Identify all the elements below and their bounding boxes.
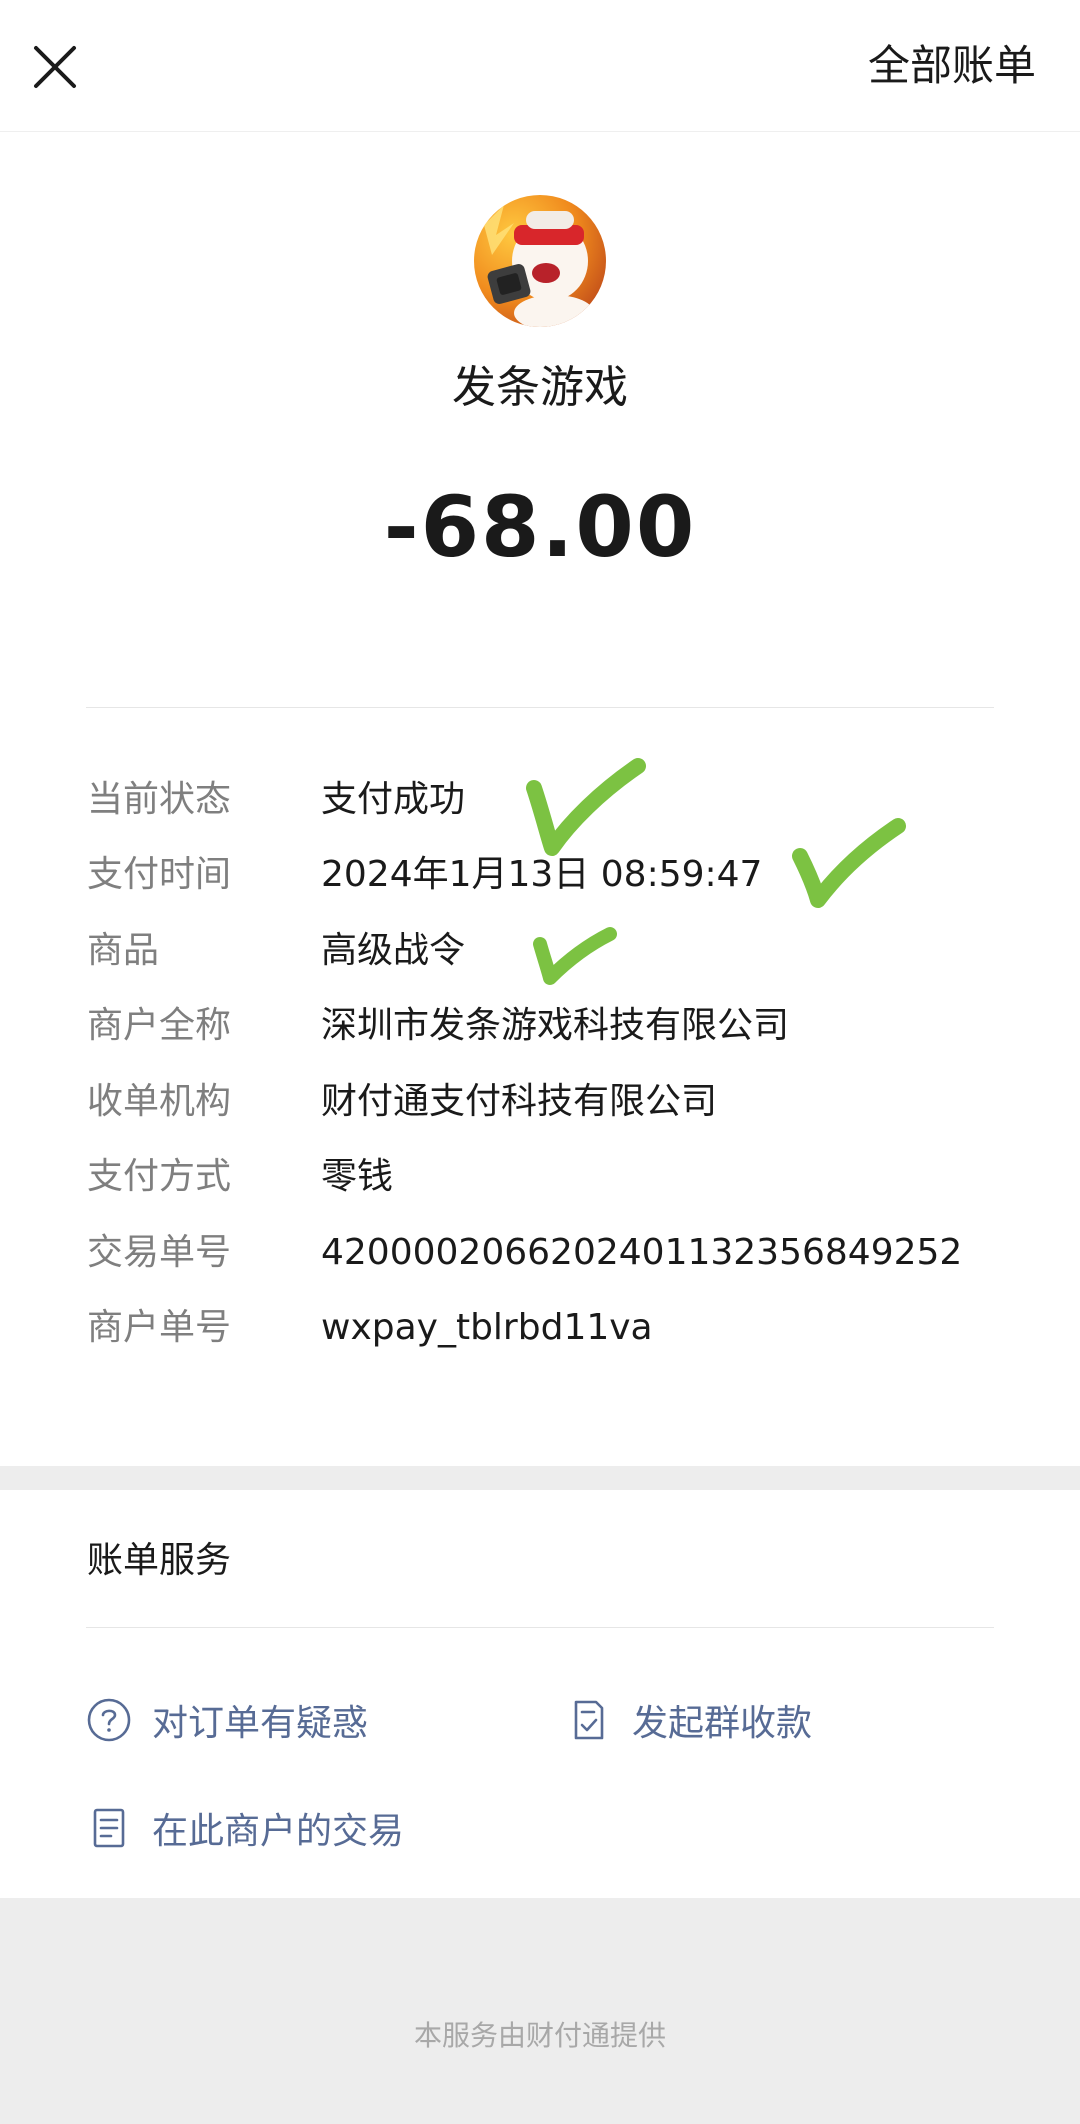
- bill-services-section: 账单服务 对订单有疑惑 发起群收款 在此商户的交易: [0, 1490, 1080, 1898]
- detail-value: 支付成功: [321, 779, 466, 820]
- checkmark-icon: [526, 758, 646, 856]
- service-link-label: 对订单有疑惑: [152, 1703, 369, 1744]
- checkmark-icon: [533, 927, 617, 985]
- service-link-label: 在此商户的交易: [152, 1811, 405, 1852]
- all-bills-button[interactable]: 全部账单: [868, 40, 1036, 92]
- merchant-transactions-link[interactable]: 在此商户的交易: [86, 1798, 404, 1858]
- transaction-amount: -68.00: [383, 478, 697, 576]
- detail-row-merchant-order-id: 商户单号 wxpay_tblrbd11va: [0, 1298, 1080, 1358]
- detail-value: 财付通支付科技有限公司: [321, 1081, 718, 1122]
- transaction-detail-card: 发条游戏 -68.00 当前状态 支付成功 支付时间 2024年1月13日 08…: [0, 132, 1080, 1466]
- group-collection-link[interactable]: 发起群收款: [566, 1690, 812, 1750]
- detail-value[interactable]: wxpay_tblrbd11va: [321, 1298, 653, 1358]
- close-icon[interactable]: [30, 42, 80, 92]
- detail-label: 收单机构: [87, 1081, 232, 1122]
- top-bar: 全部账单: [0, 0, 1080, 132]
- detail-value[interactable]: 4200002066202401132356849252: [321, 1223, 962, 1283]
- detail-value: 深圳市发条游戏科技有限公司: [321, 1005, 790, 1046]
- service-link-label: 发起群收款: [632, 1703, 813, 1744]
- checkmark-icon: [792, 818, 906, 908]
- section-title: 账单服务: [87, 1540, 232, 1581]
- divider: [86, 707, 994, 708]
- detail-label: 支付方式: [87, 1156, 232, 1197]
- detail-label: 当前状态: [87, 779, 232, 820]
- order-question-link[interactable]: 对订单有疑惑: [86, 1690, 368, 1750]
- receipt-check-icon: [566, 1697, 612, 1743]
- detail-label: 商品: [87, 930, 160, 971]
- detail-row-transaction-id: 交易单号 4200002066202401132356849252: [0, 1223, 1080, 1283]
- question-circle-icon: [86, 1697, 132, 1743]
- merchant-name: 发条游戏: [452, 362, 628, 413]
- merchant-avatar: [474, 195, 606, 327]
- detail-label: 交易单号: [87, 1232, 232, 1273]
- divider: [86, 1627, 994, 1628]
- footer-provider-note: 本服务由财付通提供: [413, 2019, 666, 2052]
- detail-value: 零钱: [321, 1156, 394, 1197]
- detail-value: 高级战令: [321, 930, 466, 971]
- detail-row-acquirer: 收单机构 财付通支付科技有限公司: [0, 1072, 1080, 1132]
- detail-row-payment-method: 支付方式 零钱: [0, 1147, 1080, 1207]
- detail-label: 支付时间: [87, 854, 232, 895]
- detail-label: 商户全称: [87, 1005, 232, 1046]
- detail-row-merchant-full-name: 商户全称 深圳市发条游戏科技有限公司: [0, 996, 1080, 1056]
- document-list-icon: [86, 1805, 132, 1851]
- detail-label: 商户单号: [87, 1307, 232, 1348]
